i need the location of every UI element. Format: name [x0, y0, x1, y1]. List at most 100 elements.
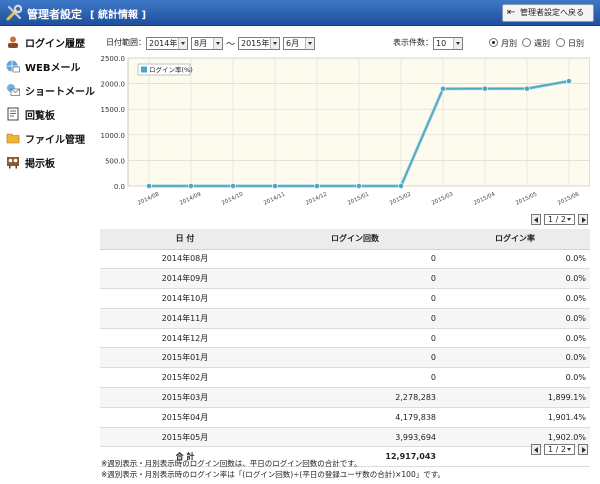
cell-date: 2014年08月	[100, 249, 270, 270]
back-to-admin-button[interactable]: ⇤ 管理者設定へ戻る	[502, 4, 594, 22]
prev-page-button[interactable]	[531, 444, 541, 455]
cell-login-count: 0	[270, 328, 440, 349]
cell-login-count: 0	[270, 249, 440, 270]
tools-icon	[6, 4, 23, 21]
cell-login-count: 4,179,838	[270, 407, 440, 428]
cell-login-rate: 0.0%	[440, 308, 590, 329]
data-point	[356, 183, 362, 189]
table-row: 2014年09月 0 0.0%	[100, 268, 590, 290]
data-point	[272, 183, 278, 189]
to-month-value: 6月	[286, 39, 300, 48]
table-row: 2015年01月 0 0.0%	[100, 347, 590, 369]
from-month-select[interactable]: 8月	[191, 37, 223, 50]
y-tick-label: 0.0	[114, 183, 125, 191]
chevron-down-icon	[213, 38, 222, 49]
table-row: 2015年02月 0 0.0%	[100, 367, 590, 389]
page-select[interactable]: 1 / 2	[544, 444, 575, 455]
data-point	[482, 85, 488, 92]
next-page-button[interactable]	[578, 444, 588, 455]
to-year-value: 2015年	[241, 39, 270, 48]
chevron-down-icon	[270, 38, 279, 49]
table-row: 2014年08月 0 0.0%	[100, 249, 590, 270]
radio-monthly[interactable]	[489, 38, 498, 47]
table-header-row: 日 付 ログイン回数 ログイン率	[100, 229, 590, 250]
x-tick-label: 2015/03	[431, 191, 455, 206]
sidebar-item-label: WEBメール	[25, 63, 81, 74]
display-count-select[interactable]: 10	[433, 37, 463, 50]
cell-login-count: 2,278,283	[270, 387, 440, 408]
data-point	[314, 183, 320, 189]
display-count-label: 表示件数：	[393, 38, 433, 47]
from-month-value: 8月	[194, 39, 208, 48]
radio-monthly-label: 月別	[501, 39, 517, 48]
back-arrow-icon: ⇤	[507, 7, 516, 18]
data-point	[188, 183, 194, 189]
y-tick-label: 1000.0	[101, 132, 126, 140]
col-header-date: 日 付	[100, 229, 270, 250]
cell-login-count: 0	[270, 308, 440, 329]
page-subtitle: [ 統計情報 ]	[90, 10, 147, 21]
x-tick-label: 2015/01	[347, 192, 370, 207]
cell-date: 2015年03月	[100, 387, 270, 408]
next-page-button[interactable]	[578, 214, 588, 225]
y-tick-label: 2500.0	[101, 55, 126, 63]
col-header-login-rate: ログイン率	[440, 229, 590, 250]
chevron-down-icon	[453, 38, 462, 49]
cell-login-count: 0	[270, 288, 440, 309]
cell-date: 2015年04月	[100, 407, 270, 428]
cell-login-rate: 1,901.4%	[440, 407, 590, 428]
folder-icon	[6, 133, 20, 144]
range-tilde: ～	[226, 40, 236, 50]
login-rate-chart: 0.0 500.0 1000.0 1500.0 2000.0 2500.0 2014/08 2…	[101, 55, 590, 207]
cell-date: 2015年01月	[100, 347, 270, 369]
cell-login-count: 0	[270, 268, 440, 290]
stats-table: 日 付 ログイン回数 ログイン率 2014年08月 0 0.0% 2014年09月 0 0…	[100, 229, 590, 468]
x-tick-label: 2015/04	[473, 191, 497, 206]
header-bar: 管理者設定 [ 統計情報 ] ⇤ 管理者設定へ戻る	[0, 0, 600, 26]
cell-date: 2014年10月	[100, 288, 270, 309]
cell-date: 2014年09月	[100, 268, 270, 290]
cell-date: 2014年12月	[100, 328, 270, 349]
cell-login-count: 0	[270, 367, 440, 389]
chevron-down-icon	[305, 38, 314, 49]
from-year-select[interactable]: 2014年	[146, 37, 188, 50]
sidebar-item-label: 掲示板	[25, 159, 55, 170]
page-title: 管理者設定 [ 統計情報 ]	[27, 6, 146, 22]
legend-swatch	[141, 66, 147, 73]
cell-login-rate: 1,899.1%	[440, 387, 590, 408]
date-range-label: 日付範囲：	[106, 38, 146, 47]
cell-login-rate: 0.0%	[440, 268, 590, 290]
radio-daily[interactable]	[556, 38, 565, 47]
short-mail-icon	[7, 84, 20, 96]
sidebar-item-label: ショートメール	[25, 87, 95, 98]
note-line: ※週別表示・月別表示時のログイン率は「(ログイン回数)÷(平日の登録ユーザ数の合…	[101, 470, 445, 479]
radio-weekly[interactable]	[522, 38, 531, 47]
globe-mail-icon	[6, 60, 20, 73]
table-row: 2014年12月 0 0.0%	[100, 328, 590, 349]
table-row: 2015年03月 2,278,283 1,899.1%	[100, 387, 590, 408]
display-count-value: 10	[436, 39, 447, 48]
page-select[interactable]: 1 / 2	[544, 214, 575, 225]
cell-date: 2014年11月	[100, 308, 270, 329]
prev-page-button[interactable]	[531, 214, 541, 225]
chevron-down-icon	[178, 38, 187, 49]
x-tick-label: 2015/06	[557, 191, 581, 206]
back-button-label: 管理者設定へ戻る	[520, 8, 584, 17]
to-year-select[interactable]: 2015年	[238, 37, 280, 50]
to-month-select[interactable]: 6月	[283, 37, 315, 50]
cell-login-rate: 0.0%	[440, 347, 590, 369]
radio-daily-label: 日別	[568, 39, 584, 48]
table-row: 2015年05月 3,993,694 1,902.0%	[100, 427, 590, 448]
page-title-text: 管理者設定	[27, 8, 82, 21]
col-header-login-count: ログイン回数	[270, 229, 440, 250]
sidebar-item-label: ファイル管理	[25, 135, 85, 146]
cell-login-rate: 0.0%	[440, 328, 590, 349]
sidebar-item-label: 回覧板	[25, 111, 55, 122]
data-point	[230, 183, 236, 189]
cell-login-count: 0	[270, 347, 440, 369]
cell-login-rate: 0.0%	[440, 367, 590, 389]
y-tick-label: 1500.0	[101, 106, 126, 114]
table-row: 2014年11月 0 0.0%	[100, 308, 590, 329]
x-tick-label: 2014/08	[137, 191, 161, 206]
note-line: ※週別表示・月別表示時のログイン回数は、平日のログイン回数の合計です。	[101, 459, 362, 468]
